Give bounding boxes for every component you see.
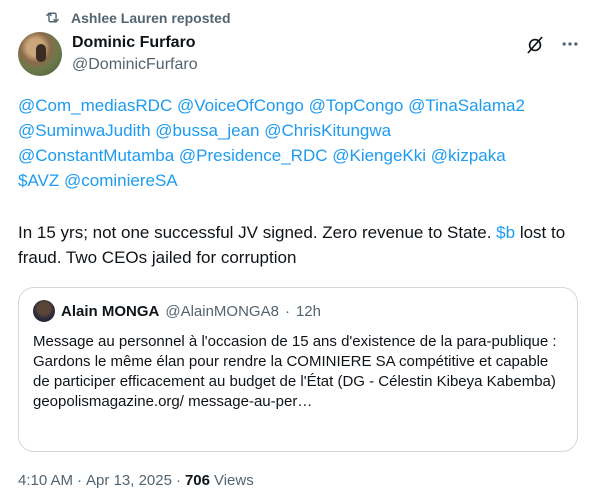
mention-link[interactable]: @ConstantMutamba bbox=[18, 146, 174, 165]
mention-link[interactable]: @TinaSalama2 bbox=[408, 96, 525, 115]
mention-link[interactable]: @cominiereSA bbox=[64, 171, 178, 190]
quoted-author-name: Alain MONGA bbox=[61, 302, 160, 320]
post-date[interactable]: Apr 13, 2025 bbox=[86, 472, 172, 489]
post-text-part: In 15 yrs; not one successful JV signed.… bbox=[18, 223, 492, 242]
cashtag-link[interactable]: $b bbox=[496, 223, 515, 242]
more-icon[interactable] bbox=[560, 34, 580, 54]
mention-link[interactable]: @bussa_jean bbox=[155, 121, 259, 140]
post-time[interactable]: 4:10 AM bbox=[18, 472, 73, 489]
views-count: 706 bbox=[184, 472, 210, 489]
separator: · bbox=[77, 472, 83, 489]
quoted-time: 12h bbox=[295, 302, 321, 320]
repost-icon bbox=[46, 12, 59, 23]
quoted-post-text: Message au personnel à l'occasion de 15 … bbox=[33, 333, 557, 410]
cashtag-link[interactable]: $AVZ bbox=[18, 171, 59, 190]
post-footer: 4:10 AM · Apr 13, 2025 · 706 Views bbox=[18, 472, 254, 489]
mention-link[interactable]: @Com_mediasRDC bbox=[18, 96, 172, 115]
repost-header[interactable]: Ashlee Lauren reposted bbox=[44, 9, 231, 26]
post-text: In 15 yrs; not one successful JV signed.… bbox=[18, 220, 588, 270]
avatar[interactable] bbox=[18, 32, 62, 76]
mention-link[interactable]: @Presidence_RDC bbox=[179, 146, 328, 165]
mention-link[interactable]: @SuminwaJudith bbox=[18, 121, 151, 140]
mention-link[interactable]: @KiengeKki bbox=[332, 146, 426, 165]
views-label: Views bbox=[213, 472, 254, 489]
quoted-post-header: Alain MONGA @AlainMONGA8 · 12h bbox=[33, 300, 321, 322]
quoted-post[interactable]: Alain MONGA @AlainMONGA8 · 12h Message a… bbox=[18, 287, 578, 452]
quoted-author-handle: @AlainMONGA8 bbox=[165, 302, 279, 320]
grok-icon[interactable] bbox=[525, 35, 545, 55]
repost-label: Ashlee Lauren reposted bbox=[71, 9, 231, 26]
mentions-block: @Com_mediasRDC @VoiceOfCongo @TopCongo @… bbox=[18, 93, 588, 193]
quoted-avatar bbox=[33, 300, 55, 322]
author-name[interactable]: Dominic Furfaro bbox=[72, 34, 196, 52]
mention-link[interactable]: @TopCongo bbox=[309, 96, 404, 115]
mention-link[interactable]: @VoiceOfCongo bbox=[177, 96, 304, 115]
mention-link[interactable]: @kizpaka bbox=[431, 146, 506, 165]
separator: · bbox=[284, 302, 290, 320]
mention-link[interactable]: @ChrisKitungwa bbox=[264, 121, 391, 140]
separator: · bbox=[175, 472, 181, 489]
author-handle[interactable]: @DominicFurfaro bbox=[72, 56, 198, 74]
